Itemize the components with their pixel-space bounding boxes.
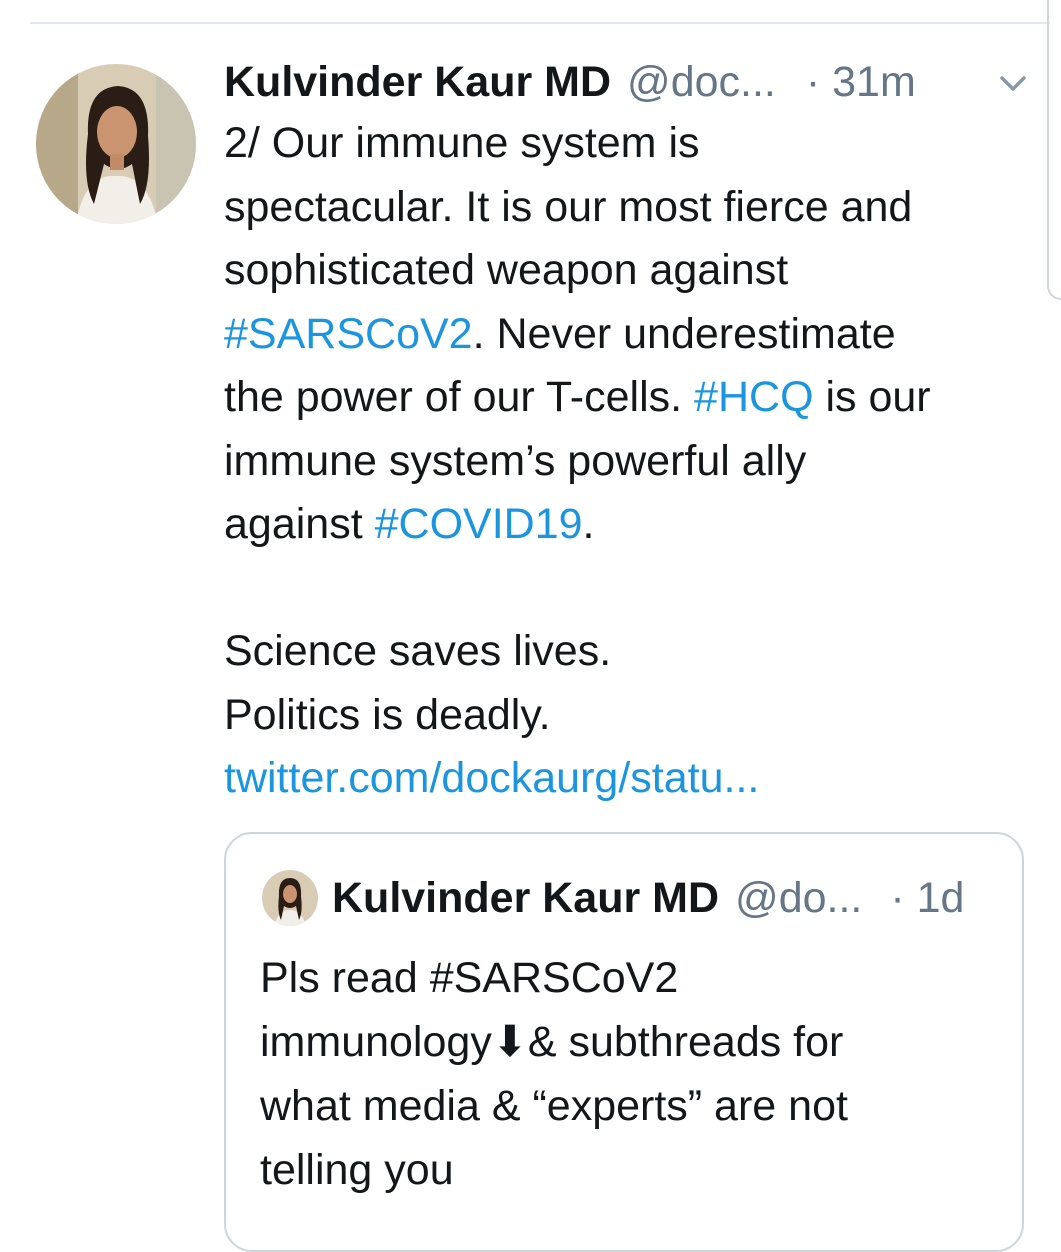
hashtag-link[interactable]: #COVID19 [375,500,583,548]
tweet-text-segment: the power of our T-cells. [224,373,695,421]
timestamp[interactable]: · 31m [806,58,916,107]
chevron-down-icon[interactable] [996,68,1030,98]
author-handle[interactable]: @doc... [627,58,776,107]
tweet-line: Science saves lives. [224,627,612,675]
quoted-author-name: Kulvinder Kaur MD [332,873,720,922]
tweet-line: the power of our T-cells. #HCQ is our [224,366,1034,430]
quoted-line: telling you [260,1146,454,1194]
tweet-line: immune system’s powerful ally [224,436,807,485]
tweet-line: against #COVID19. [224,493,1034,557]
author-name[interactable]: Kulvinder Kaur MD [224,58,611,107]
quoted-text: Pls read #SARSCoV2 immunology⬇& subthrea… [260,946,848,1202]
tweet[interactable]: Kulvinder Kaur MD @doc... · 31m 2/ Our i… [224,50,1034,811]
avatar[interactable] [36,64,196,224]
avatar-image [36,64,196,224]
status-link[interactable]: twitter.com/dockaurg/statu... [224,747,1034,811]
tweet-text-segment: against [224,500,375,548]
quoted-tweet[interactable]: Kulvinder Kaur MD @do... · 1d Pls read #… [224,832,1024,1252]
hashtag-link[interactable]: #SARSCoV2 [224,310,473,358]
quoted-author-handle: @do... [735,873,863,922]
tweet-line: sophisticated weapon against [224,246,789,294]
tweet-text-segment: . Never underestimate [472,309,896,358]
tweet-text: 2/ Our immune system is spectacular. It … [224,112,1034,811]
tweet-header: Kulvinder Kaur MD @doc... · 31m [224,50,1034,114]
tweet-line: Politics is deadly. [224,690,551,739]
quoted-line: what media & “experts” are not [260,1082,848,1130]
quoted-header: Kulvinder Kaur MD @do... · 1d [332,868,964,928]
tweet-text-segment: is our [813,373,931,421]
tweet-line: spectacular. It is our most fierce and [224,182,913,231]
tweet-line: 2/ Our immune system is [224,119,700,167]
tweet-text-segment: . [582,500,595,548]
scrollbar[interactable] [1047,0,1061,300]
quoted-avatar-image [262,870,318,926]
quoted-line: Pls read #SARSCoV2 [260,954,679,1002]
tweet-line: #SARSCoV2. Never underestimate [224,303,1034,367]
quoted-line: immunology⬇& subthreads for [260,1018,844,1066]
quoted-avatar [262,870,318,926]
top-divider [30,22,1050,24]
hashtag-link[interactable]: #HCQ [694,373,813,421]
quoted-timestamp: · 1d [890,873,965,922]
